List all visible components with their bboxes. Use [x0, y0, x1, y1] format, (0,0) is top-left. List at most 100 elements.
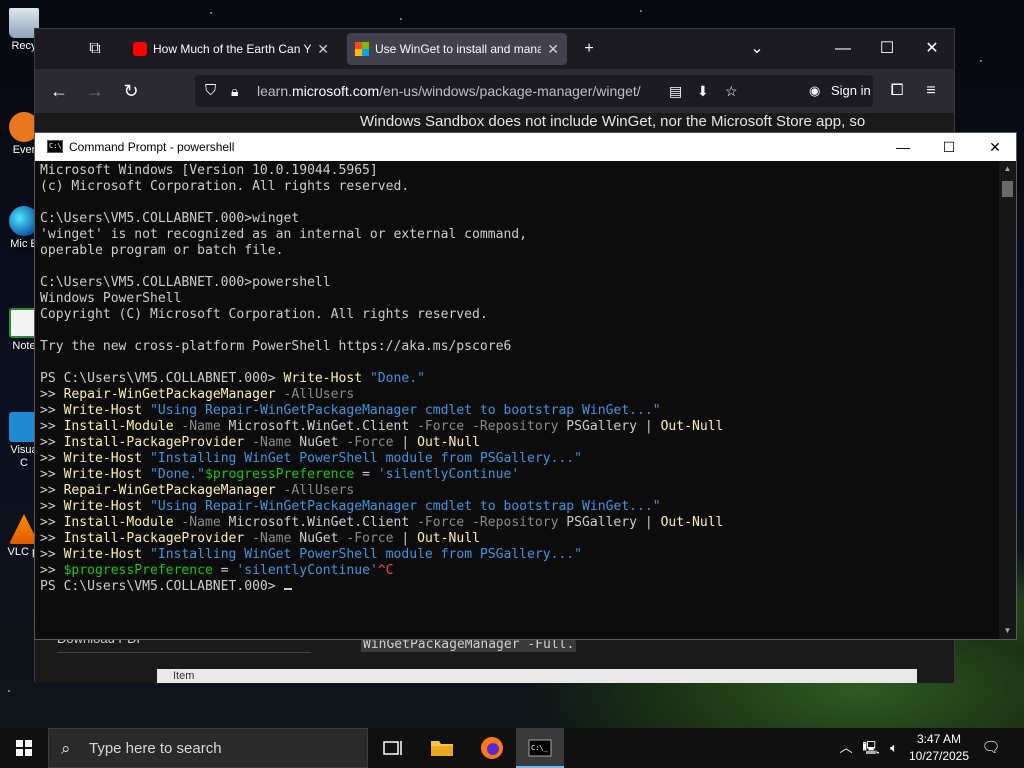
console-token: -Name — [181, 515, 221, 530]
console-token — [142, 547, 150, 562]
console-output[interactable]: Microsoft Windows [Version 10.0.19044.59… — [40, 163, 998, 639]
console-token — [362, 371, 370, 386]
reader-view-icon[interactable]: ▤ — [669, 75, 682, 107]
volume-muted-icon[interactable]: 🔈︎ — [884, 728, 904, 768]
console-token: "Using Repair-WinGetPackageManager cmdle… — [150, 403, 661, 418]
console-token: >> — [40, 419, 64, 434]
command-prompt-window[interactable]: C:\_ Command Prompt - powershell — ☐ ✕ M… — [34, 132, 1017, 640]
console-line: >> Write-Host "Using Repair-WinGetPackag… — [40, 499, 998, 515]
console-token: Write-Host — [63, 547, 143, 562]
console-token: >> — [40, 387, 64, 402]
taskbar-search-box[interactable]: ⌕ Type here to search — [48, 728, 368, 768]
shield-icon[interactable]: ⛉ — [205, 75, 216, 107]
taskbar-firefox[interactable] — [468, 728, 516, 768]
windows-logo-icon — [16, 740, 32, 756]
console-line: >> Write-Host "Using Repair-WinGetPackag… — [40, 403, 998, 419]
maximize-icon[interactable]: ☐ — [875, 37, 899, 61]
lock-icon[interactable]: 🔒︎ — [231, 75, 238, 107]
minimize-icon[interactable]: — — [831, 37, 855, 61]
task-view-button[interactable] — [368, 728, 416, 768]
scroll-down-icon[interactable]: ▼ — [999, 623, 1016, 639]
close-tab-icon[interactable]: ✕ — [547, 41, 559, 58]
console-line: (c) Microsoft Corporation. All rights re… — [40, 179, 998, 195]
tab-groups-icon[interactable]: ⧉ — [83, 37, 107, 61]
console-token: 'winget' is not recognized as an interna… — [40, 227, 528, 242]
console-token: C:\Users\VM5.COLLABNET.000>winget — [40, 211, 300, 226]
url-path: /en-us/windows/package-manager/winget/ — [379, 83, 641, 99]
console-token: 'silentlyContinue' — [236, 563, 378, 578]
task-view-icon — [383, 741, 402, 755]
vertical-scrollbar[interactable]: ▲ ▼ — [999, 161, 1016, 639]
console-token: Copyright (C) Microsoft Corporation. All… — [40, 307, 488, 322]
save-page-icon[interactable]: ⬇ — [697, 75, 709, 107]
close-tab-icon[interactable]: ✕ — [317, 41, 329, 58]
close-window-icon[interactable]: ✕ — [920, 37, 944, 61]
cmd-title-bar[interactable]: C:\_ Command Prompt - powershell — ☐ ✕ — [35, 133, 1016, 161]
show-hidden-icons-chevron-icon[interactable]: ︿ — [836, 728, 856, 768]
console-token: NuGet — [291, 435, 347, 450]
console-token — [244, 531, 252, 546]
clock-date: 10/27/2025 — [908, 749, 970, 763]
console-token: Windows PowerShell — [40, 291, 182, 306]
notifications-icon[interactable]: 🗨︎ — [980, 728, 1002, 768]
console-token: >> — [40, 547, 64, 562]
new-tab-button[interactable]: + — [577, 37, 601, 61]
forward-arrow-icon[interactable]: → — [83, 79, 107, 103]
tab-youtube[interactable]: How Much of the Earth Can You ✕ — [125, 33, 337, 65]
console-token: -AllUsers — [283, 387, 355, 402]
tab-title: How Much of the Earth Can You — [153, 42, 312, 56]
console-token: PSGallery | — [558, 419, 661, 434]
back-arrow-icon[interactable]: ← — [47, 79, 71, 103]
console-line: >> Install-Module -Name Microsoft.WinGet… — [40, 419, 998, 435]
console-token: Write-Host — [63, 499, 143, 514]
footer-fragment: Item — [173, 670, 195, 682]
console-token: Microsoft.WinGet.Client — [220, 419, 418, 434]
console-token: Install-Module — [63, 515, 174, 530]
console-line: PS C:\Users\VM5.COLLABNET.000> Write-Hos… — [40, 371, 998, 387]
chevron-down-icon[interactable]: ⌄ — [745, 37, 769, 61]
start-button[interactable] — [0, 728, 48, 768]
console-line: >> Write-Host "Installing WinGet PowerSh… — [40, 451, 998, 467]
taskbar-file-explorer[interactable] — [418, 728, 466, 768]
console-token: ^C — [377, 563, 394, 578]
bookmark-star-icon[interactable]: ☆ — [725, 75, 738, 107]
taskbar-command-prompt[interactable]: C:\_ — [516, 728, 564, 768]
console-token — [142, 403, 150, 418]
network-icon[interactable]: 🖳︎ — [860, 728, 882, 768]
console-token — [244, 435, 252, 450]
tab-title: Use WinGet to install and mana — [375, 42, 542, 56]
page-footer-bar: Item — [157, 669, 917, 683]
navigation-toolbar: ← → ↻ ⛉ 🔒︎ learn.microsoft.com/en-us/win… — [35, 69, 954, 113]
scrollbar-thumb[interactable] — [1002, 181, 1013, 197]
console-token: Write-Host — [63, 467, 143, 482]
minimize-icon[interactable]: — — [880, 133, 926, 161]
console-line: >> Install-PackageProvider -Name NuGet -… — [40, 435, 998, 451]
console-line: >> Write-Host "Done."$progressPreference… — [40, 467, 998, 483]
folder-icon — [431, 741, 453, 756]
console-token — [142, 467, 150, 482]
scroll-up-icon[interactable]: ▲ — [999, 161, 1016, 177]
window-title: Command Prompt - powershell — [69, 140, 235, 154]
console-token: Out-Null — [660, 419, 724, 434]
extensions-icon[interactable]: ⧠ — [885, 79, 909, 103]
close-window-icon[interactable]: ✕ — [972, 133, 1018, 161]
console-line: Try the new cross-platform PowerShell ht… — [40, 339, 998, 355]
menu-hamburger-icon[interactable]: ≡ — [919, 79, 943, 103]
url-bar[interactable]: ⛉ 🔒︎ learn.microsoft.com/en-us/windows/p… — [195, 75, 815, 107]
sign-in-button[interactable]: ◉ Sign in — [801, 75, 873, 107]
taskbar-clock[interactable]: 3:47 AM 10/27/2025 — [904, 731, 974, 765]
console-token: $progressPreference — [63, 563, 213, 578]
console-token: >> — [40, 531, 64, 546]
console-token: C:\Users\VM5.COLLABNET.000>powershell — [40, 275, 331, 290]
console-token: "Using Repair-WinGetPackageManager cmdle… — [150, 499, 661, 514]
reload-icon[interactable]: ↻ — [119, 79, 143, 103]
tab-winget-docs[interactable]: Use WinGet to install and mana ✕ — [347, 33, 567, 65]
cmd-app-icon: C:\_ — [47, 140, 66, 153]
console-token: "Done." — [369, 371, 425, 386]
console-line: C:\Users\VM5.COLLABNET.000>powershell — [40, 275, 998, 291]
console-token: >> — [40, 403, 64, 418]
console-line: Microsoft Windows [Version 10.0.19044.59… — [40, 163, 998, 179]
svg-text:C:\_: C:\_ — [531, 744, 549, 752]
maximize-icon[interactable]: ☐ — [926, 133, 972, 161]
